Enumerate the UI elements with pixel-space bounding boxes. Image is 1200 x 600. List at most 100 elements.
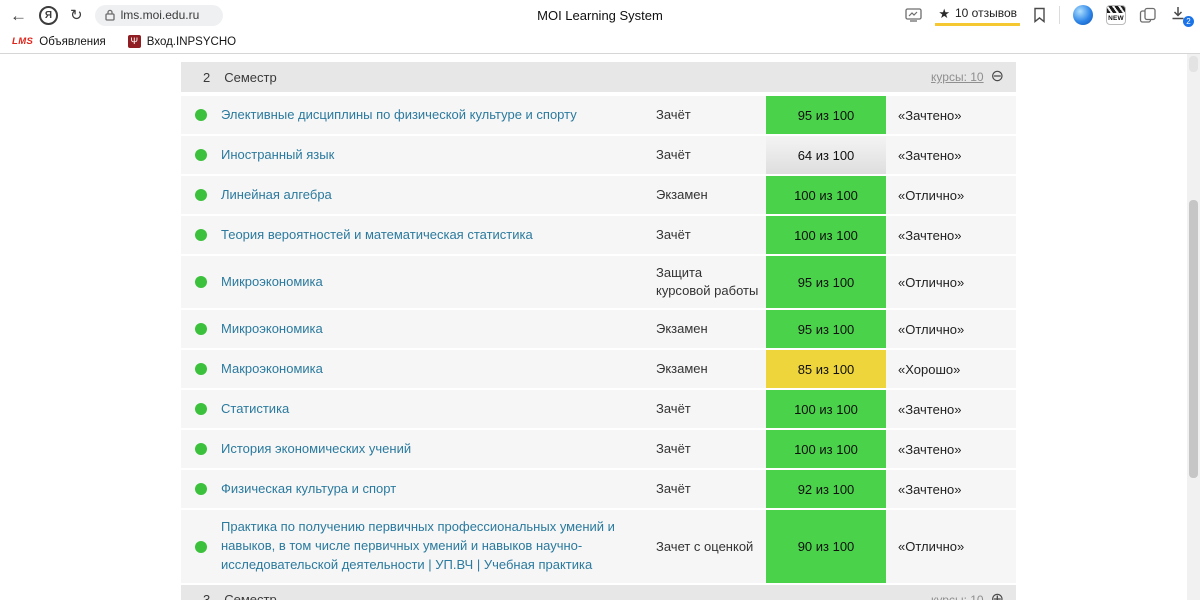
table-row: Иностранный язык Зачёт 64 из 100 «Зачтен… [181, 136, 1016, 174]
score-badge: 90 из 100 [766, 510, 886, 583]
browser-toolbar: ← Я ↻ lms.moi.edu.ru MOI Learning System… [0, 0, 1200, 30]
lock-icon [104, 9, 115, 21]
grade-text: «Отлично» [898, 321, 965, 337]
score-badge: 100 из 100 [766, 176, 886, 214]
course-link[interactable]: Физическая культура и спорт [221, 480, 396, 499]
grade-text: «Зачтено» [898, 481, 962, 497]
status-dot-icon [195, 229, 207, 241]
status-dot-icon [195, 109, 207, 121]
table-row: История экономических учений Зачёт 100 и… [181, 430, 1016, 469]
course-link[interactable]: Макроэкономика [221, 360, 323, 379]
course-cell: История экономических учений [221, 430, 656, 468]
browser-extension-icon[interactable] [1073, 5, 1093, 25]
assessment-type: Зачет с оценкой [656, 538, 754, 554]
courses-count-link[interactable]: курсы: 10 [931, 593, 984, 600]
semester-2-header: 2 Семестр курсы: 10 ⊖ [181, 62, 1016, 92]
assessment-type: Зачёт [656, 146, 691, 162]
assessment-type: Зачёт [656, 106, 691, 122]
status-cell [181, 510, 221, 583]
grade-text: «Отлично» [898, 539, 965, 555]
score-badge: 64 из 100 [766, 136, 886, 174]
clapperboard-stripes [1107, 6, 1125, 13]
toolbar-divider [1059, 6, 1060, 24]
downloads-button[interactable]: 2 [1170, 5, 1194, 27]
bookmarks-bar: LMS Объявления Ψ Вход.INPSYCHO [0, 30, 1200, 54]
table-row: Теория вероятностей и математическая ста… [181, 216, 1016, 254]
table-row: Элективные дисциплины по физической куль… [181, 96, 1016, 134]
yandex-logo-button[interactable]: Я [39, 5, 58, 25]
grades-table: 2 Семестр курсы: 10 ⊖ Элективные дисципл… [181, 62, 1016, 600]
course-cell: Иностранный язык [221, 136, 656, 174]
assessment-type: Экзамен [656, 186, 708, 202]
address-bar[interactable]: lms.moi.edu.ru [94, 4, 223, 26]
status-dot-icon [195, 276, 207, 289]
assessment-type: Зачёт [656, 441, 691, 457]
table-row: Микроэкономика Экзамен 95 из 100 «Отличн… [181, 310, 1016, 349]
table-row: Линейная алгебра Экзамен 100 из 100 «Отл… [181, 176, 1016, 214]
grade-text: «Хорошо» [898, 361, 961, 377]
scrollbar-thumb[interactable] [1189, 200, 1198, 478]
course-link[interactable]: Микроэкономика [221, 320, 323, 339]
status-dot-icon [195, 323, 207, 336]
status-cell [181, 176, 221, 214]
page-content: 2 Семестр курсы: 10 ⊖ Элективные дисципл… [0, 54, 1200, 600]
grade-text: «Зачтено» [898, 401, 962, 417]
course-cell: Теория вероятностей и математическая ста… [221, 216, 656, 254]
bookmark-label: Вход.INPSYCHO [146, 35, 237, 48]
course-cell: Статистика [221, 390, 656, 428]
semester-label: Семестр [224, 592, 277, 600]
site-reviews-button[interactable]: ★ 10 отзывов [935, 4, 1020, 26]
bookmark-icon[interactable] [1033, 7, 1046, 23]
course-link[interactable]: Практика по получению первичных професси… [221, 518, 642, 575]
inpsycho-favicon: Ψ [127, 35, 141, 48]
cast-icon[interactable] [905, 8, 922, 22]
lms-favicon: LMS [12, 36, 34, 47]
course-cell: Практика по получению первичных професси… [221, 510, 656, 583]
assessment-type: Защита курсовой работы [656, 265, 759, 299]
score-badge: 100 из 100 [766, 430, 886, 469]
semester-number: 2 [203, 69, 211, 85]
status-cell [181, 256, 221, 308]
semester-3-header: 3 Семестр курсы: 10 ⊕ [181, 584, 1016, 600]
scrollbar-top-button[interactable] [1189, 56, 1198, 72]
course-cell: Микроэкономика [221, 256, 656, 308]
course-link[interactable]: Элективные дисциплины по физической куль… [221, 106, 577, 125]
expand-icon[interactable]: ⊕ [991, 591, 1004, 600]
refresh-button[interactable]: ↻ [70, 8, 83, 23]
course-cell: Макроэкономика [221, 350, 656, 388]
course-link[interactable]: Линейная алгебра [221, 186, 332, 205]
table-row: Практика по получению первичных професси… [181, 510, 1016, 583]
status-cell [181, 96, 221, 134]
collapse-icon[interactable]: ⊖ [991, 69, 1004, 85]
status-cell [181, 390, 221, 428]
reviews-count-label: 10 отзывов [954, 6, 1017, 20]
star-icon: ★ [938, 5, 950, 21]
assessment-type: Зачёт [656, 401, 691, 417]
assessment-type: Экзамен [656, 321, 708, 337]
course-cell: Линейная алгебра [221, 176, 656, 214]
bookmark-item-announcements[interactable]: LMS Объявления [12, 36, 106, 48]
collections-icon[interactable] [1139, 7, 1157, 24]
course-link[interactable]: Иностранный язык [221, 146, 334, 165]
score-badge: 95 из 100 [766, 256, 886, 309]
score-badge: 95 из 100 [766, 310, 886, 349]
course-cell: Элективные дисциплины по физической куль… [221, 96, 656, 134]
course-link[interactable]: История экономических учений [221, 440, 411, 459]
scrollbar-track [1187, 54, 1200, 600]
grade-text: «Зачтено» [898, 441, 962, 457]
status-dot-icon [195, 540, 207, 553]
score-badge: 100 из 100 [766, 390, 886, 429]
course-link[interactable]: Статистика [221, 400, 289, 419]
semester-label: Семестр [224, 69, 277, 85]
courses-count-link[interactable]: курсы: 10 [931, 70, 984, 84]
course-link[interactable]: Микроэкономика [221, 273, 323, 292]
status-dot-icon [195, 363, 207, 376]
status-cell [181, 310, 221, 348]
bookmark-item-inpsycho[interactable]: Ψ Вход.INPSYCHO [127, 35, 237, 48]
course-cell: Микроэкономика [221, 310, 656, 348]
video-new-extension-icon[interactable]: NEW [1106, 5, 1126, 25]
score-badge: 100 из 100 [766, 216, 886, 254]
back-button[interactable]: ← [10, 7, 27, 24]
course-link[interactable]: Теория вероятностей и математическая ста… [221, 226, 533, 245]
score-badge: 85 из 100 [766, 350, 886, 389]
